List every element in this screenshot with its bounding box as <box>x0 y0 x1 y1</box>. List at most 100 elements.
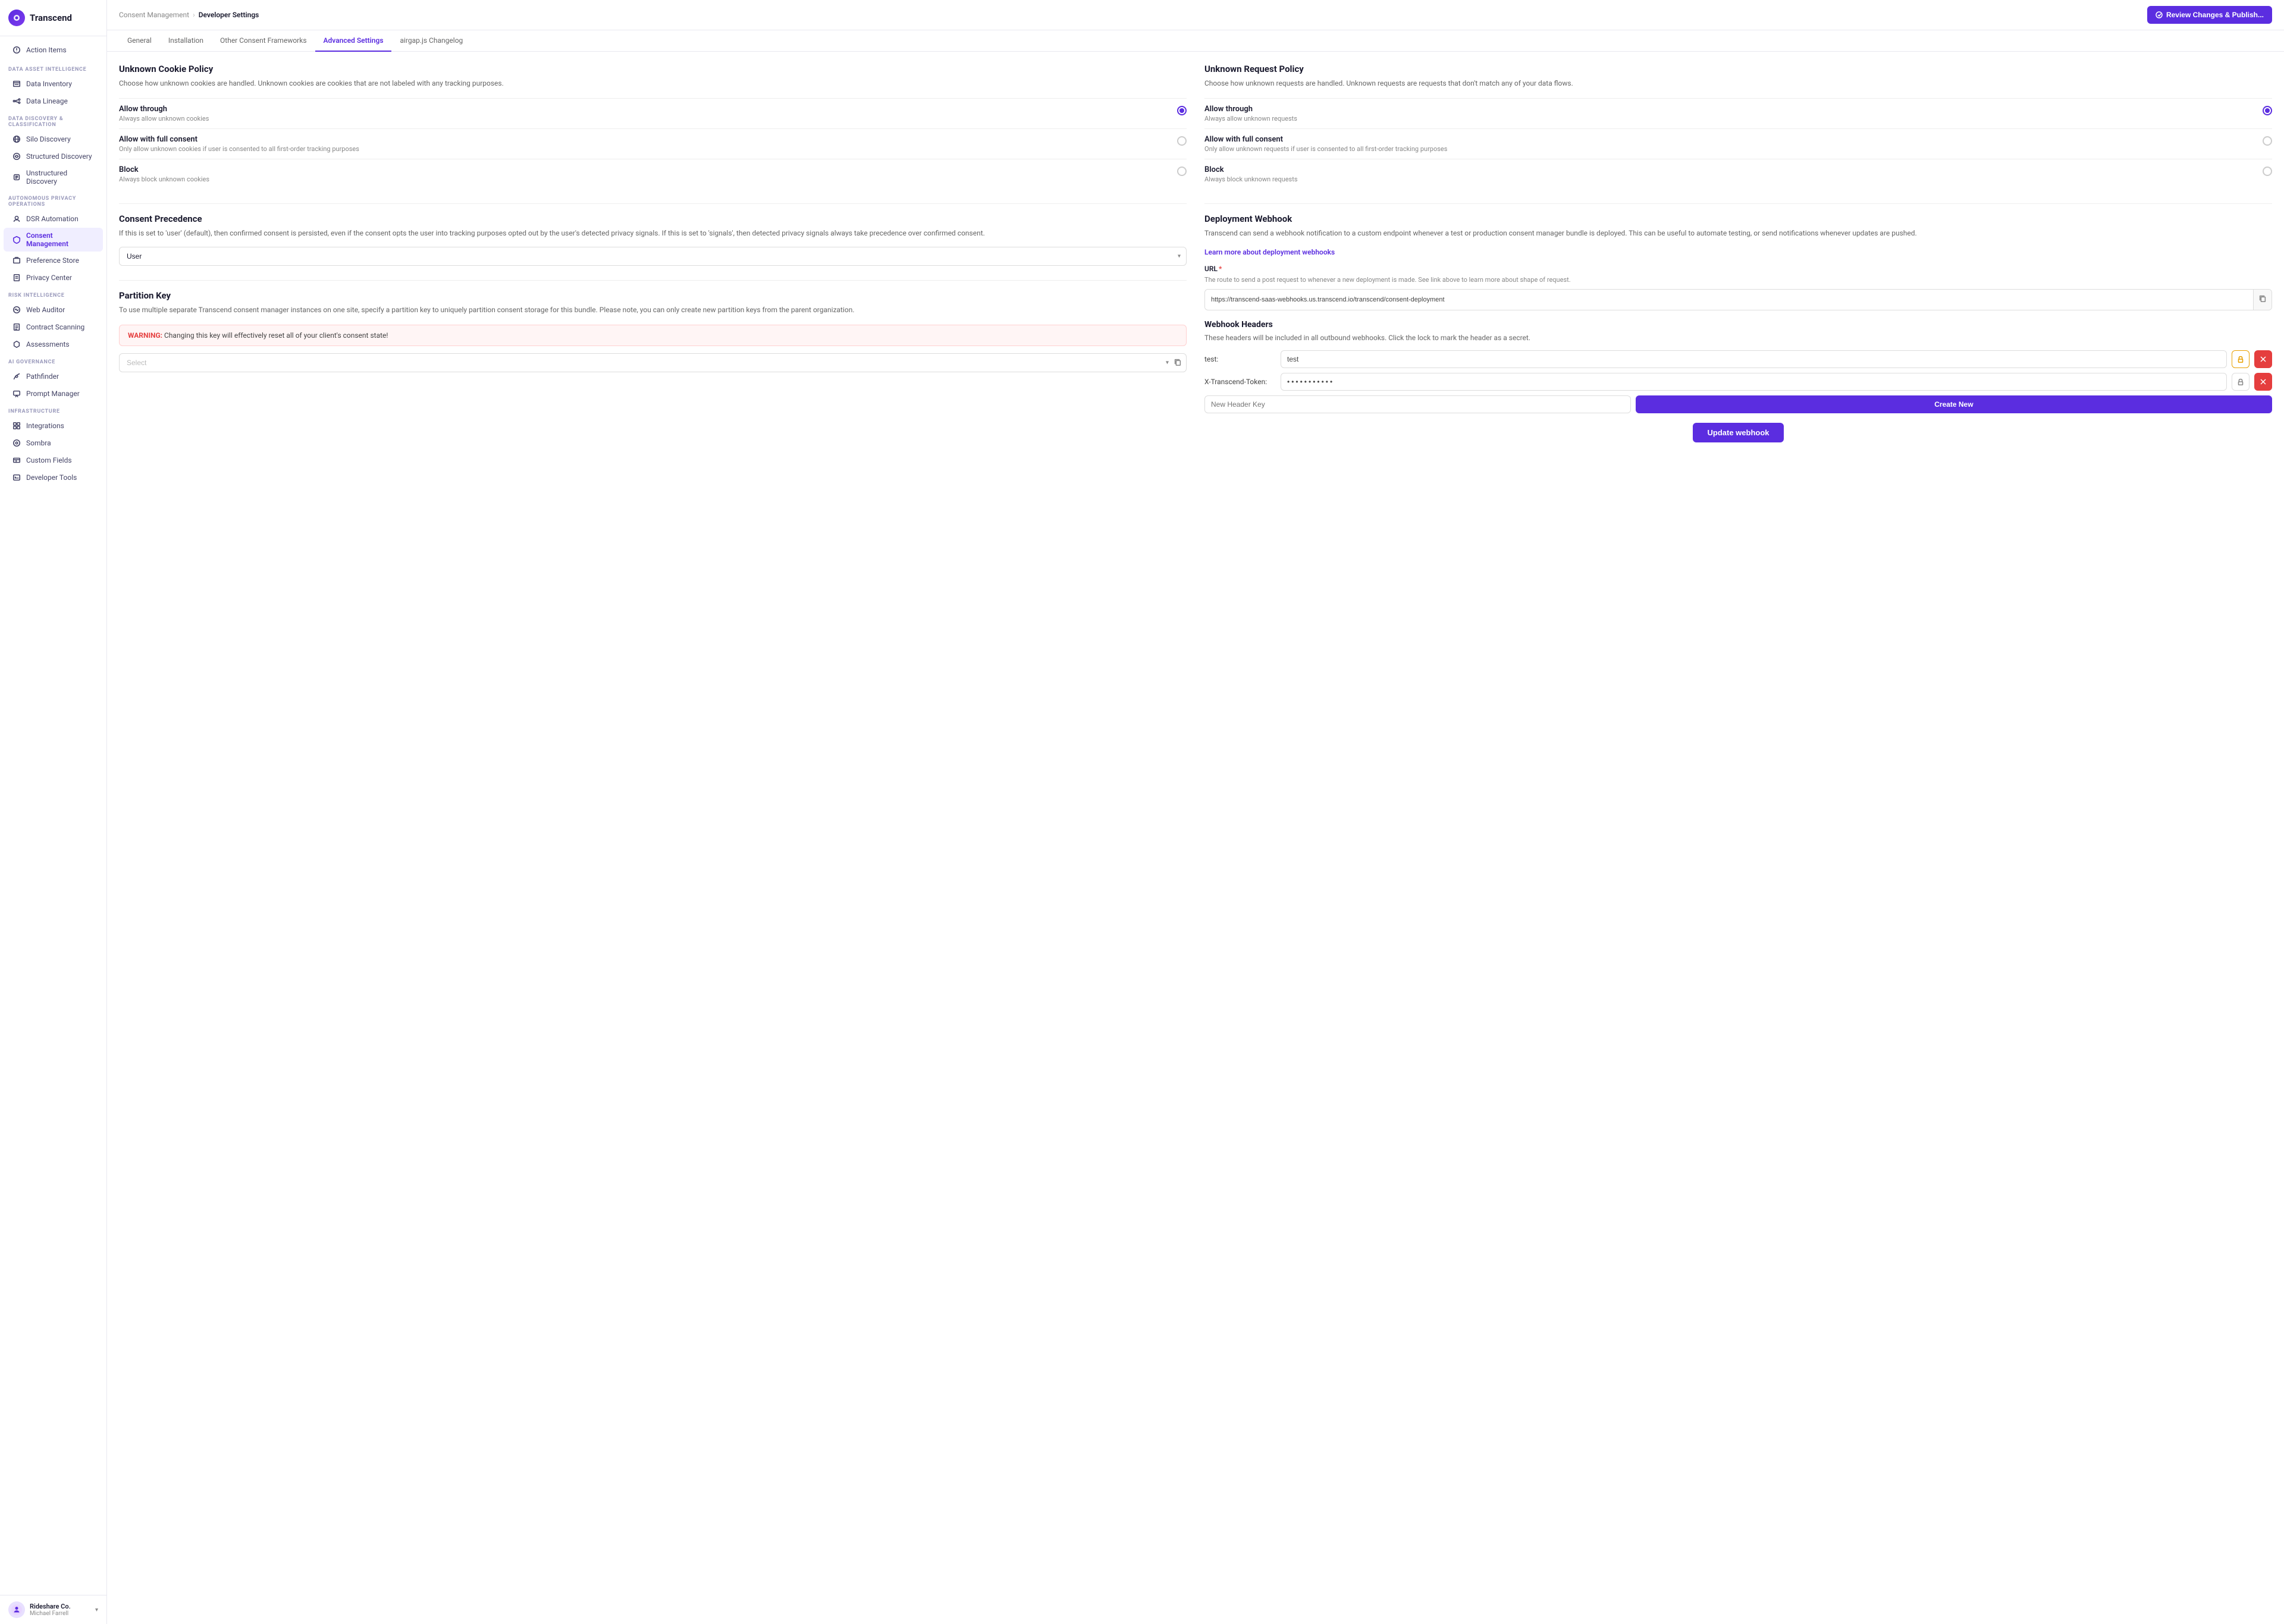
tab-other-consent-frameworks[interactable]: Other Consent Frameworks <box>212 30 315 52</box>
header-key-test: test: <box>1204 355 1276 363</box>
sidebar-item-custom-fields[interactable]: Custom Fields <box>4 452 103 469</box>
preference-store-label: Preference Store <box>26 256 79 265</box>
unknown-cookie-policy-title: Unknown Cookie Policy <box>119 64 1187 74</box>
sidebar-item-sombra[interactable]: Sombra <box>4 435 103 451</box>
update-webhook-button[interactable]: Update webhook <box>1693 423 1783 442</box>
sidebar-item-privacy-center[interactable]: Privacy Center <box>4 269 103 286</box>
header-value-transcend-token[interactable] <box>1281 373 2227 391</box>
dsr-automation-icon <box>12 214 21 224</box>
unknown-cookie-policy-desc: Choose how unknown cookies are handled. … <box>119 78 1187 89</box>
sidebar-item-data-inventory[interactable]: Data Inventory <box>4 76 103 92</box>
sidebar-item-consent-management[interactable]: Consent Management <box>4 228 103 252</box>
cookie-allow-through-option: Allow through Always allow unknown cooki… <box>119 98 1187 128</box>
sidebar-item-data-lineage[interactable]: Data Lineage <box>4 93 103 109</box>
sidebar-item-web-auditor[interactable]: Web Auditor <box>4 301 103 318</box>
data-lineage-label: Data Lineage <box>26 97 68 105</box>
review-publish-button[interactable]: Review Changes & Publish... <box>2147 6 2272 24</box>
content-area: Unknown Cookie Policy Choose how unknown… <box>107 52 2284 1624</box>
create-new-header-button[interactable]: Create New <box>1636 395 2272 413</box>
header-delete-test-button[interactable] <box>2254 350 2272 368</box>
sombra-icon <box>12 438 21 448</box>
action-items-label: Action Items <box>26 46 67 54</box>
req-allow-full-consent-label: Allow with full consent <box>1204 135 2263 144</box>
unknown-request-policy-desc: Choose how unknown requests are handled.… <box>1204 78 2272 89</box>
req-block-option: Block Always block unknown requests <box>1204 159 2272 189</box>
sidebar-item-unstructured-discovery[interactable]: Unstructured Discovery <box>4 165 103 189</box>
sidebar-item-assessments[interactable]: Assessments <box>4 336 103 353</box>
tab-airgap-changelog[interactable]: airgap.js Changelog <box>391 30 471 52</box>
consent-precedence-select[interactable]: User Signals <box>119 247 1187 266</box>
partition-key-select[interactable]: Select <box>119 353 1187 372</box>
integrations-icon <box>12 421 21 431</box>
header-delete-token-button[interactable] <box>2254 373 2272 391</box>
learn-more-webhook-link[interactable]: Learn more about deployment webhooks <box>1204 248 2272 256</box>
partition-copy-button[interactable] <box>1171 356 1184 370</box>
cookie-block-radio[interactable] <box>1177 167 1187 176</box>
cookie-allow-through-desc: Always allow unknown cookies <box>119 115 1177 122</box>
breadcrumb-parent[interactable]: Consent Management <box>119 11 189 19</box>
developer-tools-icon <box>12 473 21 482</box>
user-company: Rideshare Co. <box>30 1603 71 1610</box>
update-webhook-label: Update webhook <box>1707 428 1769 437</box>
left-panel: Unknown Cookie Policy Choose how unknown… <box>119 64 1187 1612</box>
section-label-infra: Infrastructure <box>0 403 106 417</box>
logo-text: Transcend <box>30 12 72 23</box>
unknown-request-policy-title: Unknown Request Policy <box>1204 64 2272 74</box>
sombra-label: Sombra <box>26 439 51 447</box>
silo-discovery-label: Silo Discovery <box>26 135 71 143</box>
unknown-request-policy-section: Unknown Request Policy Choose how unknow… <box>1204 64 2272 189</box>
tab-general[interactable]: General <box>119 30 160 52</box>
sidebar-item-preference-store[interactable]: Preference Store <box>4 252 103 269</box>
consent-management-label: Consent Management <box>26 231 95 248</box>
section-label-risk: Risk Intelligence <box>0 287 106 301</box>
structured-discovery-icon <box>12 152 21 161</box>
deployment-webhook-title: Deployment Webhook <box>1204 213 2272 224</box>
sidebar-item-prompt-manager[interactable]: Prompt Manager <box>4 385 103 402</box>
unstructured-discovery-label: Unstructured Discovery <box>26 169 95 186</box>
cookie-allow-full-consent-radio[interactable] <box>1177 136 1187 146</box>
header-lock-test-button[interactable] <box>2232 350 2250 368</box>
partition-key-desc: To use multiple separate Transcend conse… <box>119 304 1187 315</box>
structured-discovery-label: Structured Discovery <box>26 152 92 161</box>
sidebar-item-developer-tools[interactable]: Developer Tools <box>4 469 103 486</box>
req-block-radio[interactable] <box>2263 167 2272 176</box>
url-input-wrapper <box>1204 289 2272 310</box>
divider-3 <box>1204 203 2272 204</box>
sidebar-item-integrations[interactable]: Integrations <box>4 417 103 434</box>
custom-fields-icon <box>12 456 21 465</box>
new-header-key-input[interactable] <box>1204 395 1631 413</box>
breadcrumb: Consent Management › Developer Settings <box>119 11 259 19</box>
sidebar-item-contract-scanning[interactable]: Contract Scanning <box>4 319 103 335</box>
sidebar-footer: Rideshare Co. Michael Farrell ▾ <box>0 1595 106 1624</box>
custom-fields-label: Custom Fields <box>26 456 72 464</box>
partition-key-section: Partition Key To use multiple separate T… <box>119 290 1187 372</box>
prompt-manager-label: Prompt Manager <box>26 389 80 398</box>
developer-tools-label: Developer Tools <box>26 473 77 482</box>
web-auditor-icon <box>12 305 21 315</box>
section-label-autonomous: Autonomous Privacy Operations <box>0 190 106 210</box>
cookie-block-option: Block Always block unknown cookies <box>119 159 1187 189</box>
sidebar-item-action-items[interactable]: Action Items <box>4 42 103 58</box>
warning-label: WARNING: <box>128 331 162 340</box>
header-row-transcend-token: X-Transcend-Token: <box>1204 373 2272 391</box>
tab-installation[interactable]: Installation <box>160 30 212 52</box>
expand-user-icon[interactable]: ▾ <box>95 1607 98 1613</box>
req-allow-through-radio[interactable] <box>2263 106 2272 115</box>
req-allow-through-label: Allow through <box>1204 105 2263 114</box>
req-allow-full-consent-radio[interactable] <box>2263 136 2272 146</box>
sidebar-item-dsr-automation[interactable]: DSR Automation <box>4 211 103 227</box>
sidebar-item-pathfinder[interactable]: Pathfinder <box>4 368 103 385</box>
header-value-test[interactable] <box>1281 350 2227 368</box>
sidebar-item-silo-discovery[interactable]: Silo Discovery <box>4 131 103 147</box>
url-input[interactable] <box>1205 291 2253 308</box>
tab-advanced-settings[interactable]: Advanced Settings <box>315 30 392 52</box>
logo-icon <box>8 10 25 26</box>
right-panel: Unknown Request Policy Choose how unknow… <box>1204 64 2272 1612</box>
action-items-icon <box>12 45 21 55</box>
prompt-manager-icon <box>12 389 21 398</box>
cookie-block-desc: Always block unknown cookies <box>119 175 1177 183</box>
divider-2 <box>119 280 1187 281</box>
header-lock-token-button[interactable] <box>2232 373 2250 391</box>
cookie-allow-through-radio[interactable] <box>1177 106 1187 115</box>
sidebar-item-structured-discovery[interactable]: Structured Discovery <box>4 148 103 165</box>
